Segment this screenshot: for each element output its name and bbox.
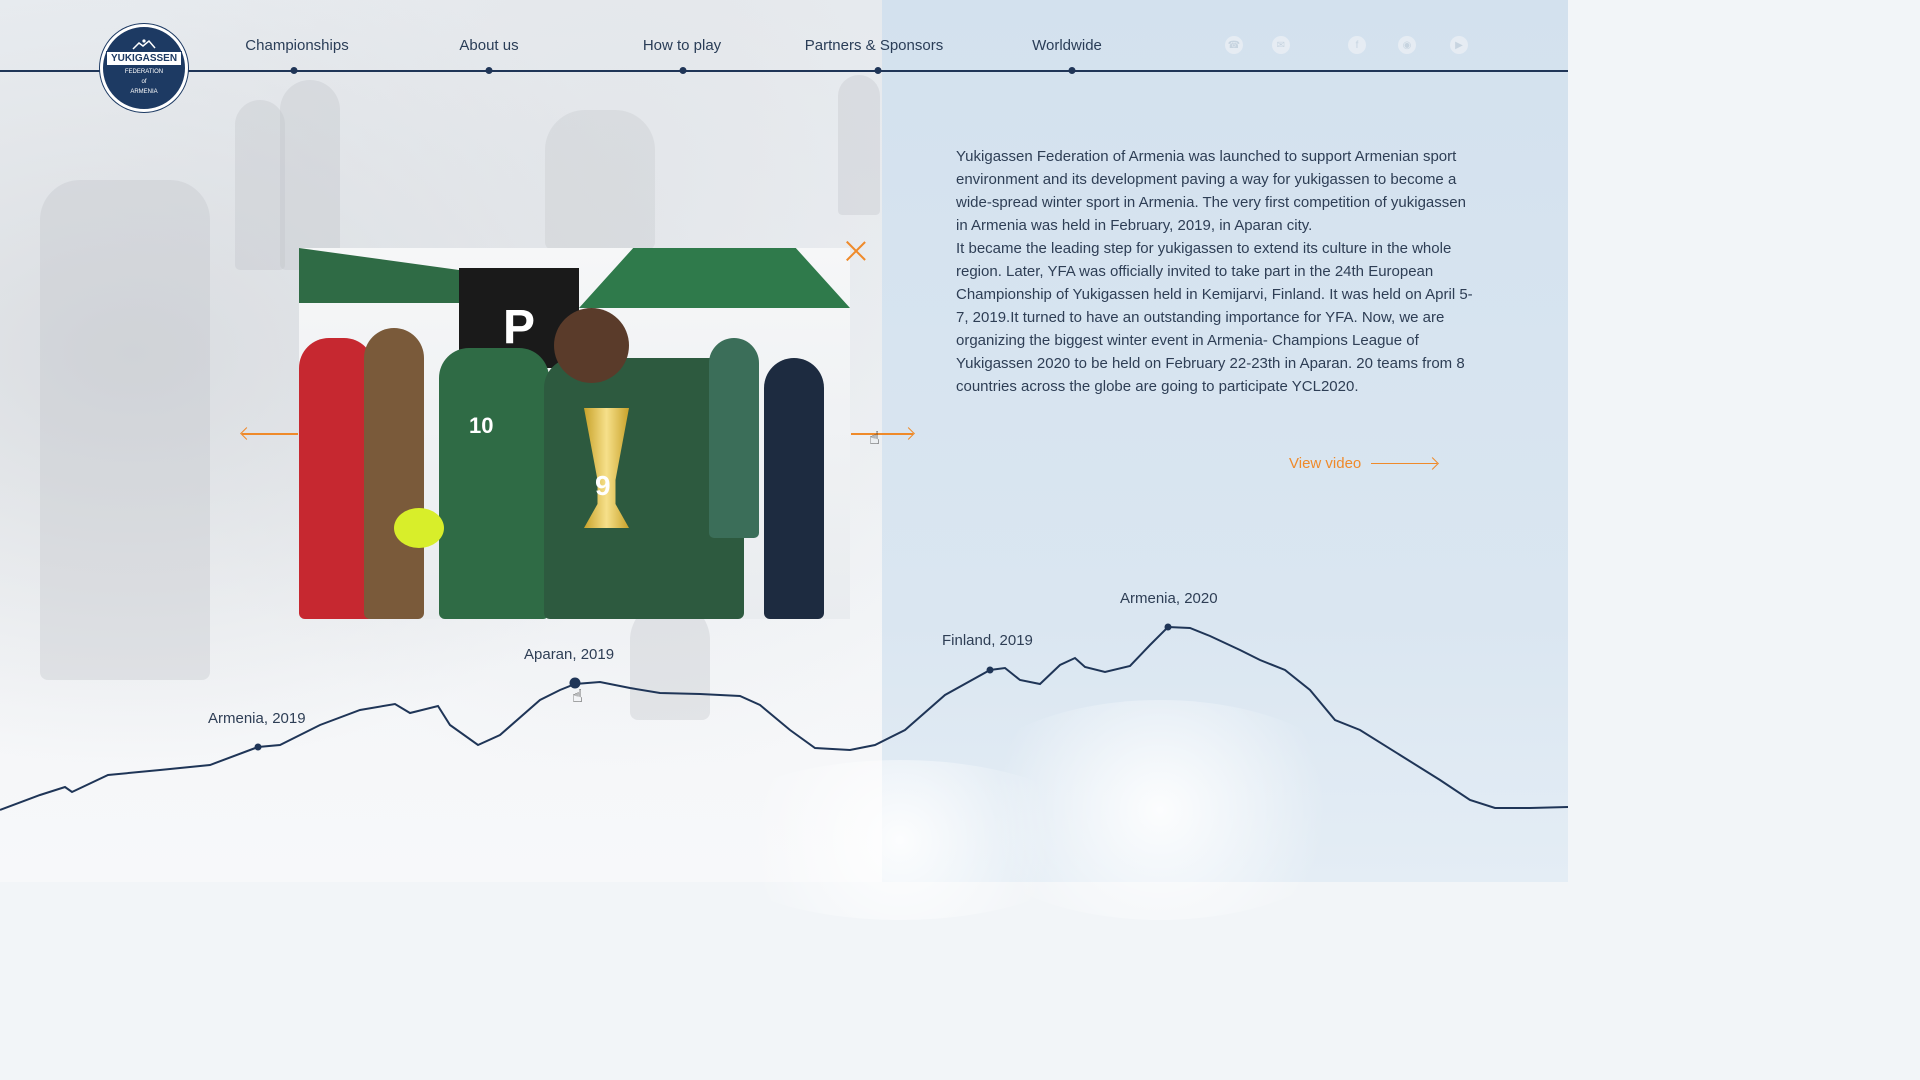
about-paragraph: It became the leading step for yukigasse…	[956, 240, 1473, 395]
bib-number: 9	[595, 470, 611, 501]
photo-helmet	[394, 508, 444, 548]
bib-number: 10	[469, 413, 494, 438]
nav-about-us[interactable]: About us	[459, 37, 518, 54]
timeline-label[interactable]: Aparan, 2019	[524, 646, 614, 663]
skier-icon	[132, 39, 156, 50]
about-description: Yukigassen Federation of Armenia was lau…	[956, 145, 1476, 398]
photo-head	[554, 308, 629, 383]
background-cloud	[700, 760, 1100, 920]
nav-dot	[485, 67, 493, 74]
timeline-label[interactable]: Finland, 2019	[942, 632, 1033, 649]
nav-dot	[290, 67, 298, 74]
logo[interactable]: YUKIGASSEN FEDERATION of ARMENIA	[100, 24, 188, 112]
nav-dot	[1068, 67, 1076, 74]
nav-worldwide[interactable]: Worldwide	[1032, 37, 1102, 54]
nav-line	[0, 70, 1568, 72]
photo-person	[709, 338, 759, 538]
nav-dot	[874, 67, 882, 74]
arrow-right-icon[interactable]	[851, 433, 913, 435]
timeline-label[interactable]: Armenia, 2020	[1120, 590, 1218, 607]
gallery-photo: P 10 9	[299, 248, 850, 619]
nav-dot	[679, 67, 687, 74]
nav-partners-sponsors[interactable]: Partners & Sponsors	[805, 37, 943, 54]
background-player	[40, 180, 210, 680]
nav-how-to-play[interactable]: How to play	[643, 37, 721, 54]
photo-person	[439, 348, 549, 619]
logo-title: YUKIGASSEN	[105, 50, 183, 66]
phone-icon[interactable]: ☎	[1225, 36, 1243, 54]
view-video-label: View video	[1289, 455, 1362, 472]
mail-icon[interactable]: ✉	[1272, 36, 1290, 54]
photo-tent	[579, 248, 850, 308]
view-video-link[interactable]: View video	[1289, 455, 1438, 472]
about-paragraph: Yukigassen Federation of Armenia was lau…	[956, 148, 1466, 234]
background-player	[545, 110, 655, 250]
hand-cursor-icon: ☝	[572, 686, 583, 706]
photo-person	[299, 338, 374, 619]
arrow-right-icon	[1371, 462, 1438, 465]
background-player	[838, 75, 880, 215]
logo-subtitle-line: FEDERATION	[124, 68, 164, 75]
nav-championships[interactable]: Championships	[245, 37, 348, 54]
logo-subtitle-line: ARMENIA	[130, 88, 158, 95]
facebook-icon[interactable]: f	[1348, 36, 1366, 54]
arrow-left-icon[interactable]	[242, 433, 298, 435]
timeline-label[interactable]: Armenia, 2019	[208, 710, 306, 727]
background-player	[235, 100, 285, 270]
photo-tent	[299, 248, 459, 303]
photo-person	[764, 358, 824, 619]
hand-cursor-icon: ☝	[869, 428, 880, 448]
youtube-icon[interactable]: ▶	[1450, 36, 1468, 54]
photo-person	[364, 328, 424, 619]
logo-subtitle-line: of	[141, 78, 147, 85]
instagram-icon[interactable]: ◉	[1398, 36, 1416, 54]
background-player	[280, 80, 340, 270]
close-icon[interactable]	[845, 240, 867, 262]
